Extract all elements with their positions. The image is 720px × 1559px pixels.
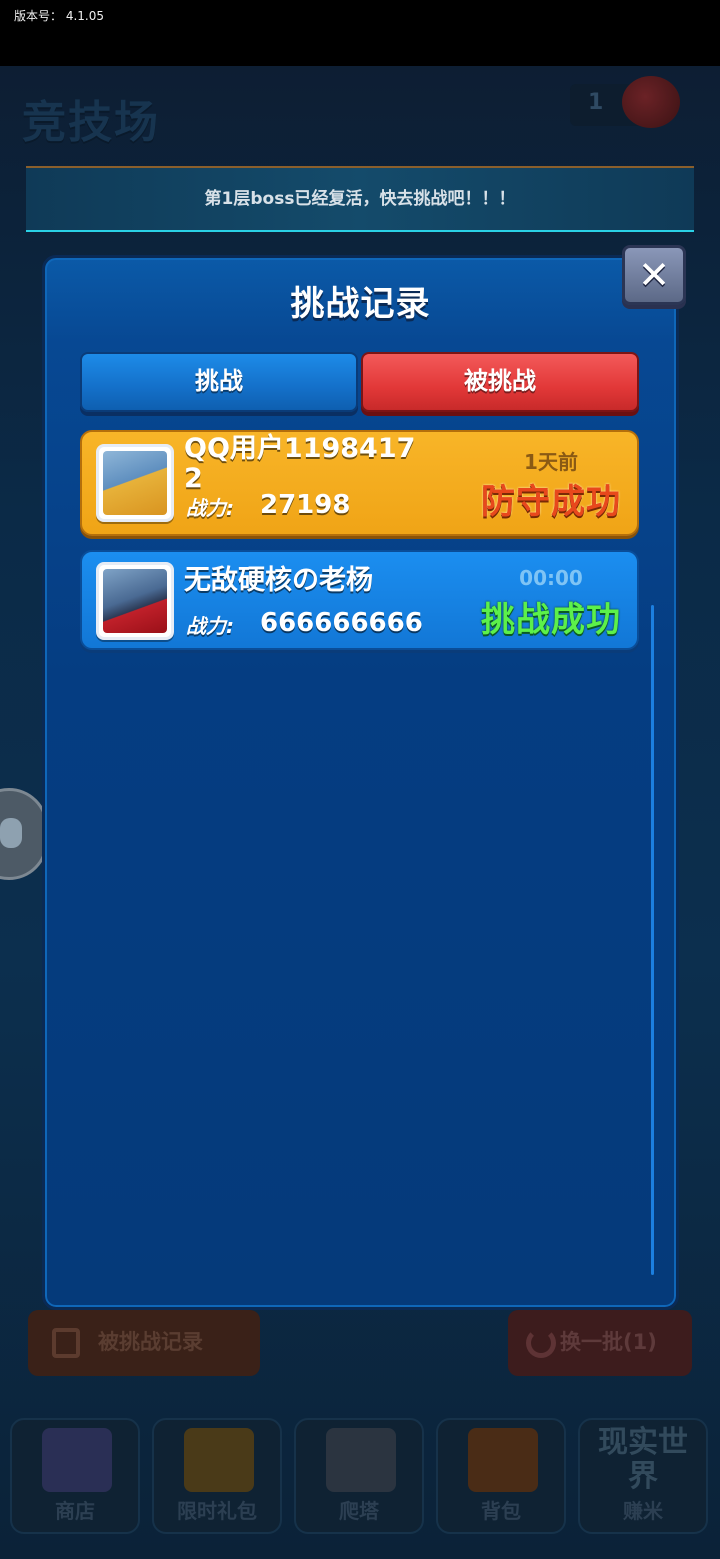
refresh-label: 换一批(1) [560, 1330, 657, 1354]
penguin-icon [0, 818, 22, 848]
ticket-count: 1 [588, 90, 604, 115]
challenge-records-dialog: 挑战记录 [42, 255, 679, 1310]
notice-banner: 第1层boss已经复活，快去挑战吧！！！ [26, 166, 694, 232]
dialog-title: 挑战记录 [290, 284, 431, 324]
avatar[interactable] [96, 444, 174, 522]
nav-gift-label: 限时礼包 [177, 1499, 257, 1523]
page-title: 竞技场 [22, 97, 160, 148]
record-time: 00:00 [519, 566, 583, 590]
power-value: 666666666 [260, 608, 423, 638]
backpack-icon [468, 1428, 538, 1492]
refresh-icon [526, 1328, 556, 1358]
version-info: 版本号： 4.1.05 [14, 7, 104, 24]
status-bar: 版本号： 4.1.05 [0, 0, 720, 66]
list-icon [52, 1328, 80, 1358]
nav-backpack-label: 背包 [481, 1499, 521, 1523]
nav-earn: 现实世界 赚米 [578, 1418, 708, 1534]
armored-hero-avatar-icon [103, 569, 167, 633]
shop-icon [42, 1428, 112, 1492]
avatar[interactable] [96, 562, 174, 640]
bottom-nav: 商店 限时礼包 爬塔 背包 现实世界 赚米 [0, 1406, 720, 1559]
tab-challenge[interactable]: 挑战 [80, 352, 358, 412]
close-button[interactable]: ✕ [622, 245, 686, 305]
nav-backpack: 背包 [436, 1418, 566, 1534]
player-name: 无敌硬核の老杨 [184, 565, 373, 596]
notice-banner-text: 第1层boss已经复活，快去挑战吧！！！ [204, 189, 516, 209]
record-time: 1天前 [524, 450, 578, 474]
power-value: 27198 [260, 490, 351, 520]
result-text: 挑战成功 [481, 600, 621, 640]
player-name: QQ用户11984172 [184, 433, 416, 494]
record-item: QQ用户11984172 战力: 27198 1天前 防守成功 [80, 430, 639, 536]
record-item: 无敌硬核の老杨 战力: 666666666 00:00 挑战成功 [80, 550, 639, 650]
shark-hero-avatar-icon [103, 451, 167, 515]
power-label: 战力: [186, 496, 234, 520]
crossed-swords-icon [326, 1428, 396, 1492]
challenged-records-label: 被挑战记录 [98, 1330, 203, 1354]
nav-earn-label: 赚米 [623, 1499, 663, 1523]
nav-shop: 商店 [10, 1418, 140, 1534]
scrollbar[interactable] [651, 605, 654, 1275]
result-text: 防守成功 [481, 482, 621, 522]
tab-challenged[interactable]: 被挑战 [361, 352, 639, 412]
power-label: 战力: [186, 614, 234, 638]
version-number: 4.1.05 [65, 9, 105, 23]
close-icon: ✕ [638, 253, 670, 297]
nav-gift: 限时礼包 [152, 1418, 282, 1534]
boxing-glove-icon [622, 76, 680, 128]
gift-box-icon [184, 1428, 254, 1492]
nav-tower-label: 爬塔 [339, 1499, 379, 1523]
nav-tower: 爬塔 [294, 1418, 424, 1534]
real-world-icon: 现实世界 [598, 1425, 688, 1494]
nav-shop-label: 商店 [55, 1499, 95, 1523]
version-label: 版本号： [14, 9, 63, 23]
